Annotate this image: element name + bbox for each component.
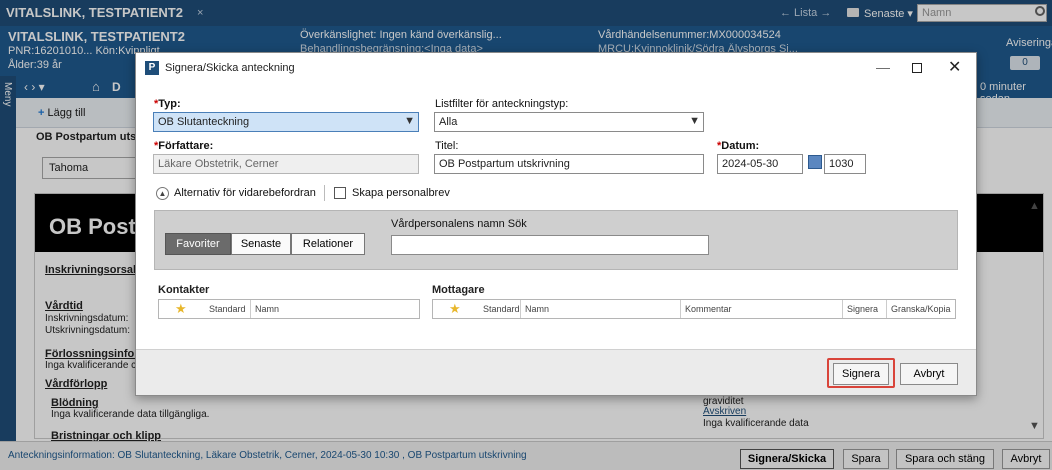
col-name: Namn [255,304,280,314]
contacts-grid-header: ★ Standard Namn [158,299,420,319]
col-comment: Kommentar [681,300,843,318]
star-icon[interactable]: ★ [449,301,461,317]
date-input[interactable]: 2024-05-30 [717,154,803,174]
tab-relations[interactable]: Relationer [291,233,365,255]
dialog-title-bar[interactable]: P Signera/Skicka anteckning — ✕ [136,53,976,83]
chevron-up-icon[interactable]: ▲ [156,187,169,200]
close-icon[interactable]: ✕ [948,57,961,77]
filter-label: Listfilter för anteckningstyp: [435,98,569,110]
type-value: OB Slutanteckning [158,116,250,128]
dialog-cancel-button[interactable]: Avbryt [900,363,958,385]
provider-search-input[interactable] [391,235,709,255]
star-icon[interactable]: ★ [175,301,187,317]
dialog-body: *Typ: OB Slutanteckning ▼ Listfilter för… [136,83,976,349]
calendar-icon[interactable] [808,155,822,169]
chevron-down-icon: ▼ [689,115,700,127]
maximize-icon[interactable] [912,63,922,73]
minimize-icon[interactable]: — [876,59,890,75]
divider [324,185,325,201]
title-label: Titel: [435,140,459,152]
contacts-title: Kontakter [158,284,210,296]
author-field: Läkare Obstetrik, Cerner [153,154,419,174]
filter-select[interactable]: Alla ▼ [434,112,704,132]
col-name: Namn [521,300,681,318]
type-select[interactable]: OB Slutanteckning ▼ [153,112,419,132]
provider-search-label: Vårdpersonalens namn Sök [391,218,527,230]
col-review-copy: Granska/Kopia [891,304,951,314]
title-input[interactable]: OB Postpartum utskrivning [434,154,704,174]
recipients-title: Mottagare [432,284,485,296]
col-standard: Standard [205,300,251,318]
sign-send-dialog: P Signera/Skicka anteckning — ✕ *Typ: OB… [135,52,977,396]
author-label: *Författare: [154,140,214,152]
time-input[interactable]: 1030 [824,154,866,174]
app-icon: P [145,61,159,75]
col-sign: Signera [843,300,887,318]
sign-button[interactable]: Signera [833,363,889,385]
filter-value: Alla [439,116,458,128]
col-standard: Standard [479,300,521,318]
provider-search-panel: Vårdpersonalens namn Sök Favoriter Senas… [154,210,958,270]
dialog-title: Signera/Skicka anteckning [165,62,295,74]
type-label: *Typ: [154,98,181,110]
dialog-footer: Signera Avbryt [136,349,976,395]
personal-letter-checkbox[interactable] [334,187,346,199]
tab-recent[interactable]: Senaste [231,233,291,255]
date-label: *Datum: [717,140,760,152]
recipients-grid-header: ★ Standard Namn Kommentar Signera Gransk… [432,299,956,319]
chevron-down-icon: ▼ [404,115,415,127]
personal-letter-label: Skapa personalbrev [352,187,450,199]
forward-options[interactable]: Alternativ för vidarebefordran [174,187,316,199]
tab-favorites[interactable]: Favoriter [165,233,231,255]
